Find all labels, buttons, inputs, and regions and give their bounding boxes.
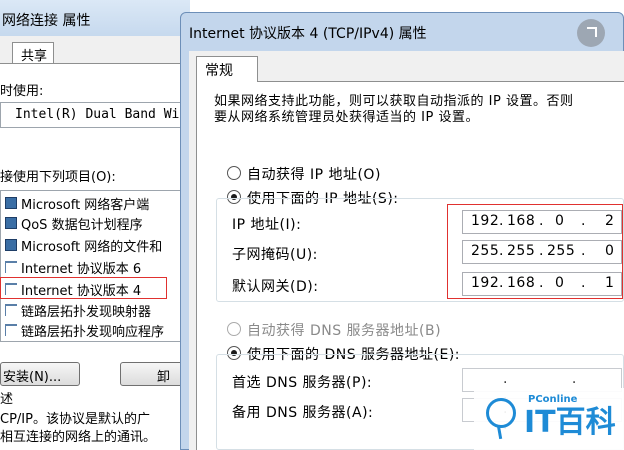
intro-line: 要从网络系统管理员处获得适当的 IP 设置。: [214, 110, 479, 125]
list-item[interactable]: Internet 协议版本 6: [1, 257, 191, 277]
ip-fields-highlight: [447, 204, 623, 299]
adapter-name: Intel(R) Dual Band Wi: [15, 107, 180, 122]
watermark-big-text: IT百科: [524, 405, 616, 440]
tab-sharing[interactable]: 共享: [12, 42, 54, 64]
list-item[interactable]: Microsoft 网络的文件和: [1, 235, 191, 255]
qos-icon: [5, 217, 17, 229]
auto-dns-label: 自动获得 DNS 服务器地址(B): [247, 323, 442, 339]
pconline-watermark: PConline IT百科: [474, 388, 624, 450]
ipv4-item-highlight: [0, 277, 167, 299]
subnet-label: 子网掩码(U):: [232, 247, 318, 263]
alternate-dns-label: 备用 DNS 服务器(A):: [232, 405, 374, 421]
file-sharing-icon: [5, 239, 17, 251]
install-button[interactable]: 安装(N)...: [0, 362, 80, 386]
list-item-label: Microsoft 网络的文件和: [21, 240, 163, 255]
network-client-icon: [5, 197, 17, 209]
adapter-field: Intel(R) Dual Band Wi: [0, 102, 190, 128]
protocol-icon: [5, 324, 17, 336]
connect-using-label: 时使用:: [0, 84, 44, 99]
list-item-label: 链路层拓扑发现映射器: [21, 305, 152, 320]
list-item[interactable]: QoS 数据包计划程序: [1, 213, 191, 233]
pconline-logo-icon: [486, 398, 516, 428]
list-item[interactable]: 链路层拓扑发现响应程序: [1, 320, 191, 340]
close-icon[interactable]: [577, 19, 605, 47]
window-title: Internet 协议版本 4 (TCP/IPv4) 属性: [189, 26, 427, 42]
ip-address-label: IP 地址(I):: [232, 217, 302, 233]
list-item-label: 链路层拓扑发现响应程序: [21, 325, 165, 340]
watermark-small-text: PConline: [528, 394, 578, 405]
protocol-icon: [5, 261, 17, 273]
intro-text: 如果网络支持此功能，则可以获取自动指派的 IP 设置。否则 要从网络系统管理员处…: [214, 94, 614, 126]
list-item-label: Microsoft 网络客户端: [21, 198, 150, 213]
back-window-title: 网络连接 属性: [2, 13, 91, 29]
network-connection-properties-window: 网络连接 属性 共享 时使用: Intel(R) Dual Band Wi 接使…: [0, 0, 190, 450]
list-item[interactable]: Microsoft 网络客户端: [1, 193, 191, 213]
protocol-icon: [5, 304, 17, 316]
description-label: 述: [0, 392, 14, 407]
auto-ip-label: 自动获得 IP 地址(O): [247, 167, 381, 183]
back-window-titlebar: 网络连接 属性: [0, 0, 190, 36]
preferred-dns-label: 首选 DNS 服务器(P):: [232, 375, 373, 391]
description-line: 相互连接的网络上的通讯。: [0, 430, 157, 445]
gateway-label: 默认网关(D):: [232, 279, 319, 295]
list-item-label: Internet 协议版本 6: [21, 262, 142, 277]
list-item[interactable]: 链路层拓扑发现映射器: [1, 300, 191, 320]
description-line: CP/IP。该协议是默认的广: [0, 412, 150, 427]
intro-line: 如果网络支持此功能，则可以获取自动指派的 IP 设置。否则: [214, 94, 574, 109]
auto-dns-radio[interactable]: [227, 322, 241, 336]
items-label: 接使用下列项目(O):: [0, 170, 116, 185]
list-item-label: QoS 数据包计划程序: [21, 218, 143, 233]
tab-general[interactable]: 常规: [196, 56, 258, 82]
auto-ip-radio[interactable]: [227, 166, 241, 180]
items-list[interactable]: Microsoft 网络客户端 QoS 数据包计划程序 Microsoft 网络…: [0, 190, 190, 342]
